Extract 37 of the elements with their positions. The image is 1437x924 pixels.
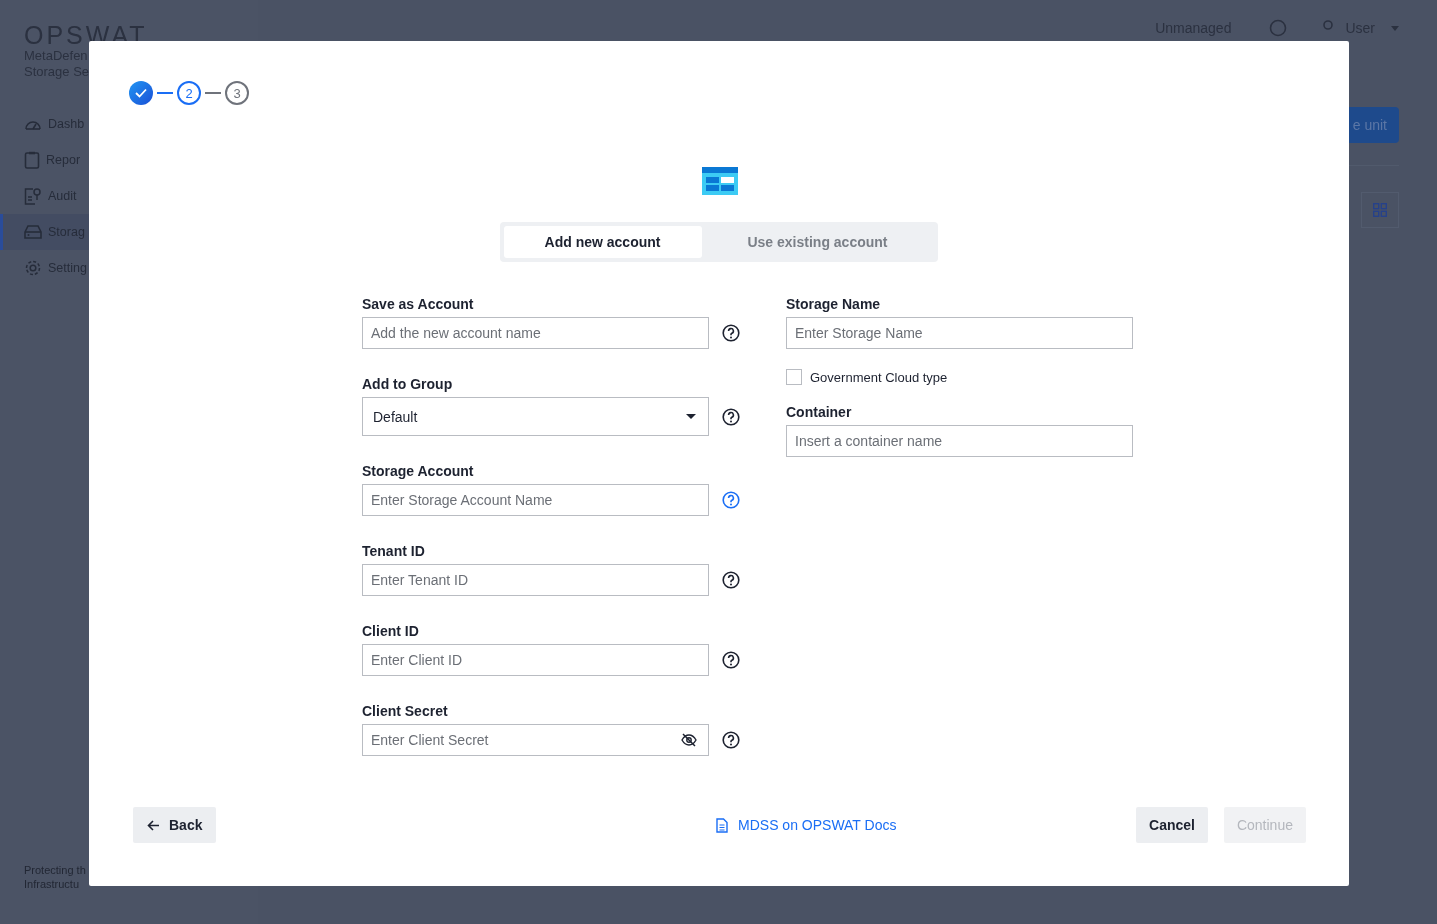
group-select[interactable]: Default xyxy=(362,397,709,436)
text-field[interactable]: Enter Client ID xyxy=(362,644,709,676)
drive-icon xyxy=(24,224,42,240)
grid-icon xyxy=(1373,203,1387,217)
settings-icon xyxy=(24,259,42,277)
clipboard-icon xyxy=(24,151,40,169)
text-field[interactable]: Enter Tenant ID xyxy=(362,564,709,596)
step-indicator: 2 xyxy=(177,81,201,105)
checkbox[interactable] xyxy=(786,369,802,385)
caret-icon xyxy=(686,414,696,419)
cancel-button[interactable]: Cancel xyxy=(1136,807,1208,843)
document-icon xyxy=(716,817,728,833)
field-label: Container xyxy=(786,404,852,420)
text-field[interactable]: Enter Storage Account Name xyxy=(362,484,709,516)
field-label: Storage Name xyxy=(786,296,881,312)
field-label: Storage Account xyxy=(362,463,474,479)
field-label: Client ID xyxy=(362,623,419,639)
field-label: Save as Account xyxy=(362,296,474,312)
tab[interactable]: Use existing account xyxy=(701,226,934,258)
text-field[interactable]: Insert a container name xyxy=(786,425,1133,457)
docs-link[interactable]: MDSS on OPSWAT Docs xyxy=(716,817,897,833)
arrow-left-icon xyxy=(147,819,160,831)
field-label: Add to Group xyxy=(362,376,453,392)
caret-icon xyxy=(1391,25,1399,31)
text-field[interactable]: Enter Storage Name xyxy=(786,317,1133,349)
storage-table-icon xyxy=(701,167,738,195)
field-label: Tenant ID xyxy=(362,543,425,559)
check-icon xyxy=(135,88,147,98)
eye-off-icon[interactable] xyxy=(681,733,697,747)
back-button[interactable]: Back xyxy=(133,807,217,843)
text-field[interactable]: Add the new account name xyxy=(362,317,709,349)
field-label: Client Secret xyxy=(362,703,448,719)
document-icon xyxy=(24,187,42,205)
step-indicator: 3 xyxy=(225,81,249,105)
checkbox-label: Government Cloud type xyxy=(810,369,948,385)
tab[interactable]: Add new account xyxy=(503,226,702,258)
password-field[interactable]: Enter Client Secret xyxy=(362,724,709,756)
